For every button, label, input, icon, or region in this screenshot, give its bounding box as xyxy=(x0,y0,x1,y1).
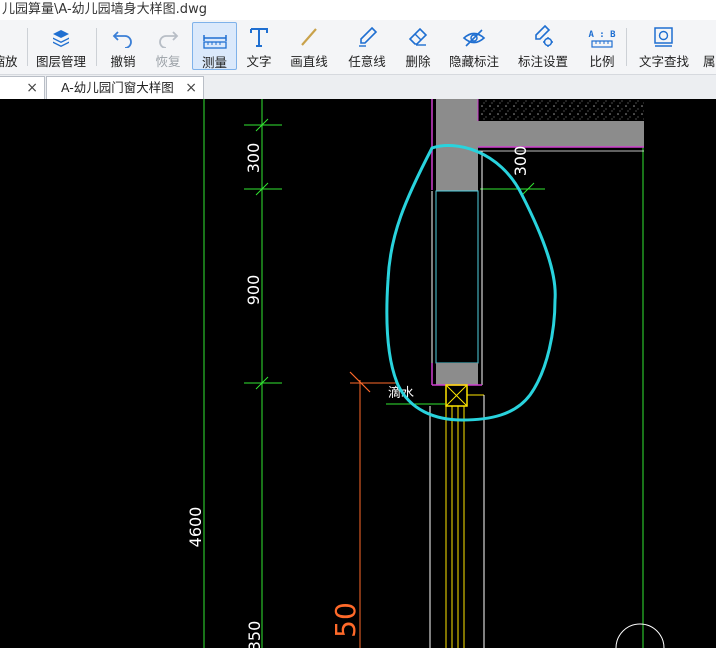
measure-button[interactable]: 测量 xyxy=(192,22,237,70)
annotation-settings-icon xyxy=(514,22,572,48)
text-search-icon xyxy=(635,22,693,48)
text-icon xyxy=(241,22,277,48)
layer-manager-button[interactable]: 图层管理 xyxy=(33,22,89,70)
dim-text-900: 900 xyxy=(244,275,263,306)
line-icon xyxy=(285,22,333,48)
beam-section xyxy=(436,147,478,191)
zoom-button[interactable]: 缩放 xyxy=(0,22,24,70)
toolbar-divider xyxy=(626,28,627,66)
window-opening xyxy=(435,190,479,364)
eye-hide-icon xyxy=(446,22,502,48)
draw-line-button[interactable]: 画直线 xyxy=(285,22,333,70)
dim-text-orange: 50 xyxy=(329,602,362,638)
properties-icon xyxy=(703,22,716,48)
layers-icon xyxy=(33,22,89,48)
undo-button[interactable]: 撤销 xyxy=(103,22,143,70)
pen-icon xyxy=(343,22,391,48)
toolbar-divider xyxy=(96,28,97,66)
zoom-icon xyxy=(0,22,24,48)
symbol-arc xyxy=(615,623,665,648)
cad-drawing-canvas[interactable]: 300 900 4600 350 300 50 滴水 xyxy=(0,99,716,648)
slab-section xyxy=(478,121,644,147)
toolbar-divider xyxy=(27,28,28,66)
window-title: 儿园算量\A-幼儿园墙身大样图.dwg xyxy=(0,0,716,20)
tab-door-window-detail[interactable]: A-幼儿园门窗大样图 × xyxy=(46,76,204,99)
drawing-svg: 300 900 4600 350 300 50 滴水 xyxy=(186,99,665,648)
annotation-settings-button[interactable]: 标注设置 xyxy=(514,22,572,70)
eraser-icon xyxy=(399,22,437,48)
redo-icon xyxy=(148,22,188,48)
undo-icon xyxy=(103,22,143,48)
dimension-ticks xyxy=(244,118,545,405)
scale-button[interactable]: A : B 比例 xyxy=(584,22,620,70)
ruler-icon xyxy=(193,23,236,49)
dim-text-300-right: 300 xyxy=(511,146,530,177)
dim-text-300-left: 300 xyxy=(244,143,263,174)
text-button[interactable]: 文字 xyxy=(241,22,277,70)
wall-section xyxy=(436,99,478,147)
hide-annotations-button[interactable]: 隐藏标注 xyxy=(446,22,502,70)
text-search-button[interactable]: 文字查找 xyxy=(635,22,693,70)
gravel-fill xyxy=(478,99,644,121)
freehand-line-button[interactable]: 任意线 xyxy=(343,22,391,70)
lower-wall-lines xyxy=(429,395,485,648)
delete-button[interactable]: 删除 xyxy=(399,22,437,70)
redo-button[interactable]: 恢复 xyxy=(148,22,188,70)
scale-icon: A : B xyxy=(584,22,620,48)
tab-label: A-幼儿园门窗大样图 xyxy=(61,80,174,95)
tab-previous-document[interactable]: × xyxy=(0,76,45,99)
close-tab-icon[interactable]: × xyxy=(185,77,197,99)
dim-text-4600: 4600 xyxy=(186,507,205,548)
window-sill xyxy=(436,363,478,385)
close-tab-icon[interactable]: × xyxy=(26,77,38,99)
toolbar: 缩放 图层管理 撤销 恢复 测量 文字 画直线 xyxy=(0,20,716,75)
scale-icon-text: A : B xyxy=(588,30,616,40)
properties-button[interactable]: 属 xyxy=(703,22,716,70)
dim-text-350: 350 xyxy=(245,621,264,648)
document-tab-bar: × A-幼儿园门窗大样图 × xyxy=(0,75,716,99)
